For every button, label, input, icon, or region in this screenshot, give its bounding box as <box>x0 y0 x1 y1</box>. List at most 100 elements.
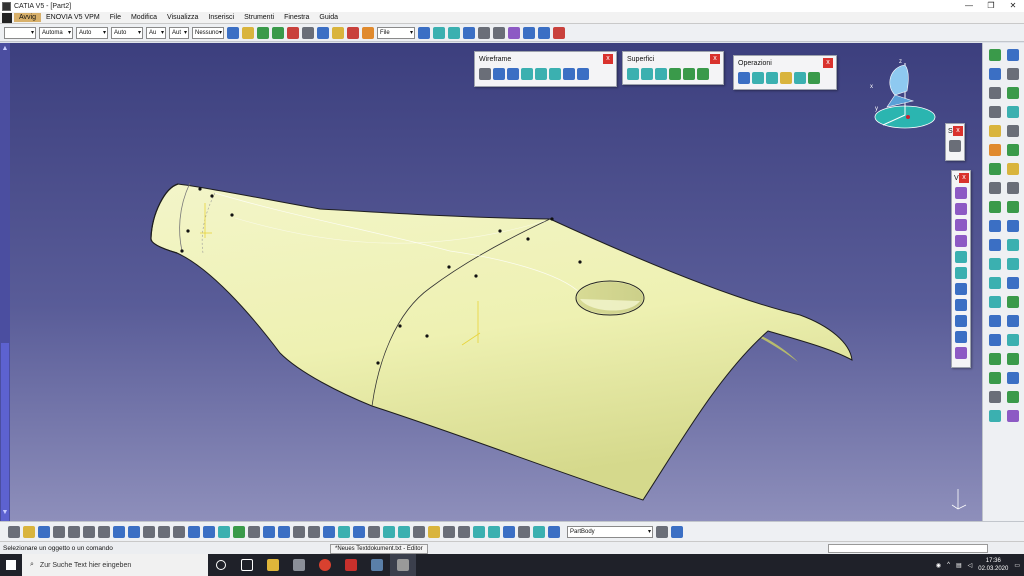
rt-22-icon[interactable] <box>1007 68 1019 80</box>
tool-icon[interactable] <box>287 26 299 39</box>
rotate-icon[interactable] <box>272 26 284 39</box>
print-icon[interactable] <box>53 525 65 538</box>
rt-29-icon[interactable] <box>1007 201 1019 213</box>
swap-icon[interactable] <box>383 525 395 538</box>
rt-4-icon[interactable] <box>989 106 1001 118</box>
linetype-combo[interactable]: Auto <box>111 26 143 39</box>
grid-icon-2[interactable] <box>503 525 515 538</box>
line-icon[interactable] <box>493 68 505 80</box>
point-icon[interactable] <box>479 68 491 80</box>
snap-icon[interactable] <box>218 525 230 538</box>
analysis-icon[interactable] <box>478 26 490 39</box>
chrome-icon[interactable] <box>312 554 338 576</box>
paste-icon[interactable] <box>98 525 110 538</box>
measure-item-icon[interactable] <box>413 525 425 538</box>
work-on-support-icon[interactable] <box>488 525 500 538</box>
menu-file[interactable]: File <box>105 14 126 21</box>
speaker-icon[interactable]: ◁ <box>968 562 973 569</box>
task-view-icon[interactable] <box>234 554 260 576</box>
shading-icon[interactable] <box>353 525 365 538</box>
cortana-icon[interactable] <box>208 554 234 576</box>
rt-9-icon[interactable] <box>989 201 1001 213</box>
menu-modifica[interactable]: Modifica <box>126 14 162 21</box>
rt-10-icon[interactable] <box>989 220 1001 232</box>
undo-icon[interactable] <box>113 525 125 538</box>
paint-icon[interactable] <box>227 26 239 39</box>
rt-17-icon[interactable] <box>989 353 1001 365</box>
scroll-down-icon[interactable]: ▼ <box>0 509 10 516</box>
menu-avvig[interactable]: Avvig <box>14 13 41 22</box>
network-icon[interactable]: ◉ <box>936 562 941 569</box>
layer-icon[interactable] <box>548 525 560 538</box>
rt-40-icon[interactable] <box>1007 410 1019 422</box>
menu-finestra[interactable]: Finestra <box>279 14 314 21</box>
layer-name-combo[interactable]: Nessuno <box>192 26 224 39</box>
plane-icon[interactable] <box>538 26 550 39</box>
iso-view-icon[interactable] <box>338 525 350 538</box>
taskbar-search[interactable]: ⌕ Zur Suche Text hier eingeben <box>22 554 208 576</box>
measure-icon[interactable] <box>332 26 344 39</box>
rt-27-icon[interactable] <box>1007 163 1019 175</box>
comment-icon[interactable] <box>173 525 185 538</box>
fill-icon[interactable] <box>669 68 681 80</box>
rt-21-icon[interactable] <box>1007 49 1019 61</box>
folder-icon[interactable] <box>362 26 374 39</box>
rt-8-icon[interactable] <box>989 182 1001 194</box>
rt-20-icon[interactable] <box>989 410 1001 422</box>
hide-show-icon[interactable] <box>368 525 380 538</box>
small-v-panel[interactable]: V x <box>951 170 971 368</box>
revolve-icon[interactable] <box>641 68 653 80</box>
rotate-icon-2[interactable] <box>278 525 290 538</box>
rt-18-icon[interactable] <box>989 372 1001 384</box>
pdf-icon[interactable] <box>338 554 364 576</box>
create-body-icon[interactable] <box>671 525 683 538</box>
point-combo[interactable]: Au <box>146 26 166 39</box>
partbody-select[interactable]: PartBody <box>567 525 653 538</box>
menu-visualizza[interactable]: Visualizza <box>162 14 203 21</box>
spline-icon-2[interactable] <box>577 68 589 80</box>
translate-icon[interactable] <box>794 72 806 84</box>
wireframe-panel[interactable]: Wireframe x <box>474 51 617 87</box>
menu-enovia[interactable]: ENOVIA V5 VPM <box>41 14 105 21</box>
blend-icon[interactable] <box>697 68 709 80</box>
projection-icon[interactable] <box>535 68 547 80</box>
new-icon[interactable] <box>8 525 20 538</box>
law-icon[interactable] <box>533 525 545 538</box>
tree-icon[interactable] <box>203 525 215 538</box>
tool-v10-icon[interactable] <box>955 331 967 343</box>
loft-icon[interactable] <box>683 68 695 80</box>
tool-v2-icon[interactable] <box>955 203 967 215</box>
rt-14-icon[interactable] <box>989 296 1001 308</box>
surface-icon[interactable] <box>463 26 475 39</box>
scroll-thumb[interactable] <box>1 343 9 521</box>
rt-13-icon[interactable] <box>989 277 1001 289</box>
tool-v3-icon[interactable] <box>955 219 967 231</box>
update-icon[interactable] <box>458 525 470 538</box>
cut-icon-2[interactable] <box>68 525 80 538</box>
plane-icon-2[interactable] <box>521 68 533 80</box>
camera-icon[interactable] <box>443 525 455 538</box>
notification-icon[interactable]: ▭ <box>1014 562 1020 569</box>
rt-37-icon[interactable] <box>1007 353 1019 365</box>
file-combo[interactable]: File <box>377 26 415 39</box>
spline-icon[interactable] <box>448 26 460 39</box>
small-s-panel[interactable]: S x <box>945 123 965 161</box>
tool-v7-icon[interactable] <box>955 283 967 295</box>
compass-icon[interactable]: z x y <box>865 55 940 135</box>
render-icon[interactable] <box>508 26 520 39</box>
wifi-icon[interactable]: ▤ <box>956 562 962 569</box>
transparency-combo[interactable]: Automa <box>39 26 73 39</box>
view-icon[interactable] <box>493 26 505 39</box>
rt-33-icon[interactable] <box>1007 277 1019 289</box>
rt-39-icon[interactable] <box>1007 391 1019 403</box>
small-s-close-button[interactable]: x <box>953 126 963 136</box>
menu-inserisci[interactable]: Inserisci <box>203 14 239 21</box>
menu-guida[interactable]: Guida <box>314 14 343 21</box>
rt-15-icon[interactable] <box>989 315 1001 327</box>
maximize-button[interactable]: ❐ <box>980 0 1002 12</box>
explorer-icon[interactable] <box>260 554 286 576</box>
rt-12-icon[interactable] <box>989 258 1001 270</box>
redo-icon[interactable] <box>128 525 140 538</box>
rt-5-icon[interactable] <box>989 125 1001 137</box>
sweep-icon[interactable] <box>655 68 667 80</box>
